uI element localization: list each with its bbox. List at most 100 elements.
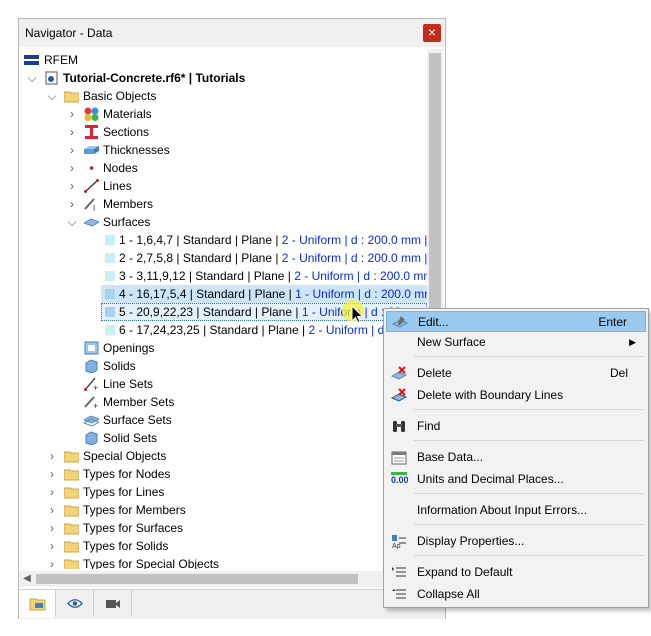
tab-display[interactable]	[57, 590, 94, 616]
sections-icon	[85, 125, 98, 139]
menu-item-display-properties[interactable]: Ap Display Properties...	[386, 531, 646, 552]
navigator-tabs	[19, 589, 445, 619]
tree-item-materials[interactable]: › Materials	[19, 105, 419, 123]
tree-item-openings[interactable]: Openings	[19, 339, 419, 357]
tree-item-surfaces[interactable]: ⌵ Surfaces	[19, 213, 419, 231]
menu-item-delete[interactable]: Delete Del	[386, 363, 646, 384]
panel-title: Navigator - Data	[25, 26, 113, 40]
chevron-right-icon[interactable]: ›	[67, 177, 77, 195]
tree-item-label: Basic Objects	[83, 89, 157, 103]
menu-item-expand-to-default[interactable]: Expand to Default	[386, 562, 646, 583]
tree-item-label: Types for Lines	[83, 485, 165, 499]
tree-item-special-objects[interactable]: › Special Objects	[19, 447, 419, 465]
tree-item-lines[interactable]: › Lines	[19, 177, 419, 195]
chevron-right-icon[interactable]: ›	[47, 465, 57, 483]
tree-item-types-for-members[interactable]: › Types for Members	[19, 501, 419, 519]
tree-item-label: Line Sets	[103, 377, 154, 391]
tab-views[interactable]	[95, 590, 132, 616]
menu-item-edit[interactable]: Edit... Enter	[386, 311, 646, 332]
display-properties-icon: Ap	[392, 535, 406, 549]
tree-item-rfem[interactable]: RFEM	[19, 51, 419, 69]
eye-icon	[67, 599, 83, 608]
svg-text:Ap: Ap	[392, 543, 401, 549]
folder-icon	[64, 541, 79, 553]
tree-item-nodes[interactable]: › Nodes	[19, 159, 419, 177]
chevron-right-icon[interactable]: ›	[47, 555, 57, 569]
svg-text:I: I	[93, 204, 95, 211]
binoculars-icon	[393, 421, 405, 432]
camera-icon	[106, 600, 120, 608]
solids-icon	[85, 359, 98, 373]
tree-item-sections[interactable]: › Sections	[19, 123, 419, 141]
chevron-right-icon[interactable]: ›	[67, 159, 77, 177]
chevron-down-icon[interactable]: ⌵	[67, 213, 77, 231]
chevron-right-icon[interactable]: ›	[67, 105, 77, 123]
collapse-icon	[392, 589, 406, 599]
line-sets-icon: +	[84, 377, 98, 391]
chevron-right-icon[interactable]: ›	[47, 537, 57, 555]
surface-color-icon	[105, 307, 115, 317]
tree-item-label: Solids	[103, 359, 136, 373]
surface-color-icon	[105, 325, 115, 335]
menu-item-units-and-decimal-places[interactable]: 0.00 Units and Decimal Places...	[386, 469, 646, 490]
submenu-arrow-icon: ▶	[629, 337, 636, 347]
surface-row-3[interactable]: 3 - 3,11,9,12 | Standard | Plane | 2 - U…	[19, 267, 427, 285]
horizontal-scroll-thumb[interactable]	[36, 574, 358, 584]
chevron-right-icon[interactable]: ›	[47, 483, 57, 501]
surface-color-icon	[105, 271, 115, 281]
tree-item-thicknesses[interactable]: › Thicknesses	[19, 141, 419, 159]
rfem-icon	[24, 55, 39, 65]
menu-item-find[interactable]: Find	[386, 416, 646, 437]
tab-data[interactable]	[19, 590, 56, 618]
tree-item-surface-sets[interactable]: Surface Sets	[19, 411, 419, 429]
tree-item-label: Types for Surfaces	[83, 521, 184, 535]
menu-item-label: Base Data...	[417, 450, 484, 464]
tree-item-types-for-surfaces[interactable]: › Types for Surfaces	[19, 519, 419, 537]
chevron-right-icon[interactable]: ›	[67, 195, 77, 213]
menu-item-information-about-input-errors[interactable]: Information About Input Errors...	[386, 500, 646, 521]
chevron-down-icon[interactable]: ⌵	[47, 87, 57, 105]
tree-item-line-sets[interactable]: + Line Sets	[19, 375, 419, 393]
svg-text:+: +	[93, 401, 98, 409]
tree-item-label: Surface Sets	[103, 413, 172, 427]
tree-item-types-for-lines[interactable]: › Types for Lines	[19, 483, 419, 501]
tree-item-members[interactable]: › I Members	[19, 195, 419, 213]
surface-row-2[interactable]: 2 - 2,7,5,8 | Standard | Plane | 2 - Uni…	[19, 249, 427, 267]
tree-item-label: Surfaces	[103, 215, 151, 229]
chevron-right-icon[interactable]: ›	[47, 519, 57, 537]
tree-item-types-for-special-objects[interactable]: › Types for Special Objects	[19, 555, 419, 569]
panel-titlebar[interactable]: Navigator - Data ×	[19, 19, 445, 47]
folder-icon	[64, 487, 79, 499]
tree-item-types-for-solids[interactable]: › Types for Solids	[19, 537, 419, 555]
menu-item-label: Display Properties...	[417, 534, 525, 548]
chevron-right-icon[interactable]: ›	[67, 123, 77, 141]
tree-item-label: Openings	[103, 341, 155, 355]
horizontal-scrollbar[interactable]: ◀	[19, 571, 427, 587]
menu-item-collapse-all[interactable]: Collapse All	[386, 584, 646, 605]
close-button[interactable]: ×	[423, 24, 441, 42]
surface-description: 6 - 17,24,23,25 | Standard | Plane |	[119, 323, 309, 337]
chevron-down-icon[interactable]: ⌵	[27, 69, 37, 87]
folder-icon	[64, 91, 79, 103]
chevron-right-icon[interactable]: ›	[47, 447, 57, 465]
tree-item-types-for-nodes[interactable]: › Types for Nodes	[19, 465, 419, 483]
menu-item-label: Information About Input Errors...	[417, 503, 588, 517]
tree-item-project[interactable]: ⌵ Tutorial-Concrete.rf6* | Tutorials	[19, 69, 419, 87]
tree-item-solids[interactable]: Solids	[19, 357, 419, 375]
surface-row-1[interactable]: 1 - 1,6,4,7 | Standard | Plane | 2 - Uni…	[19, 231, 427, 249]
tree-item-basic-objects[interactable]: ⌵ Basic Objects	[19, 87, 419, 105]
thicknesses-icon	[84, 146, 99, 154]
menu-separator	[414, 440, 644, 441]
menu-item-new-surface[interactable]: New Surface ▶	[386, 332, 646, 353]
tree-item-label: Tutorial-Concrete.rf6* | Tutorials	[63, 71, 246, 85]
base-data-icon	[391, 451, 407, 465]
menu-item-delete-with-boundary-lines[interactable]: Delete with Boundary Lines	[386, 385, 646, 406]
scroll-left-arrow-icon[interactable]: ◀	[19, 571, 35, 587]
tree-item-solid-sets[interactable]: Solid Sets	[19, 429, 419, 447]
tree-item-member-sets[interactable]: + Member Sets	[19, 393, 419, 411]
menu-item-label: Collapse All	[417, 587, 480, 601]
menu-item-base-data[interactable]: Base Data...	[386, 447, 646, 468]
chevron-right-icon[interactable]: ›	[67, 141, 77, 159]
tree-item-label: Nodes	[103, 161, 138, 175]
chevron-right-icon[interactable]: ›	[47, 501, 57, 519]
